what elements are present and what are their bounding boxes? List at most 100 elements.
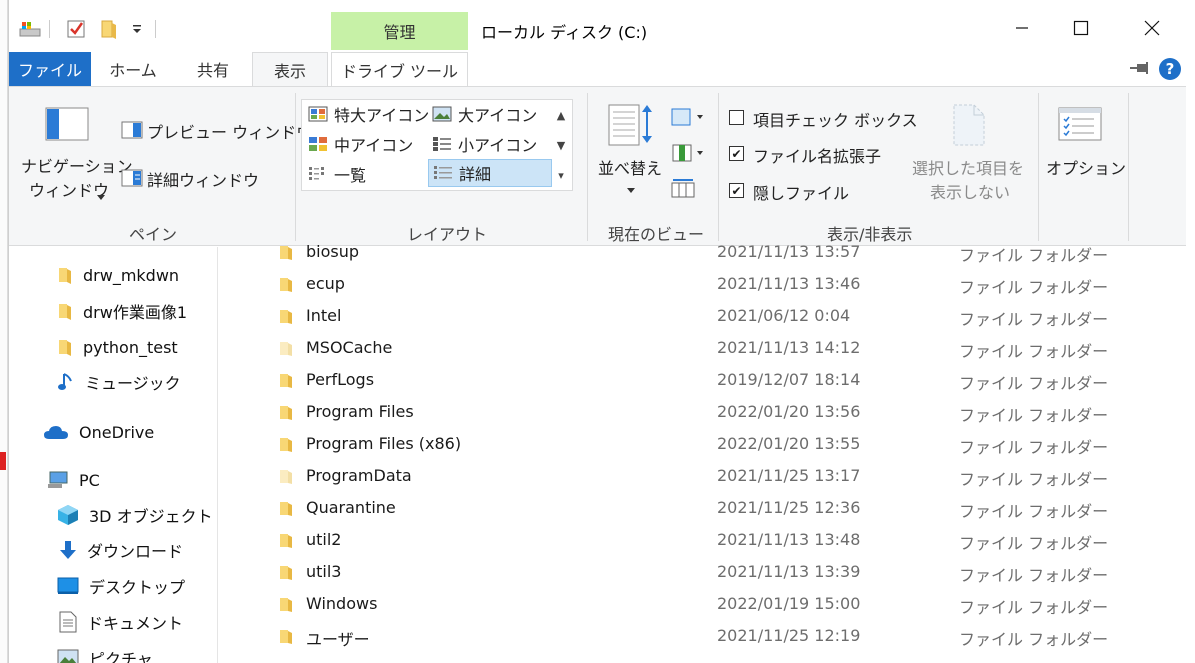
file-type: ファイル フォルダー [959,502,1109,521]
table-row[interactable]: PerfLogs 2019/12/07 18:14 ファイル フォルダー [245,364,1186,396]
folder-icon [59,304,71,320]
folder-icon [280,342,292,356]
nav-item-pc[interactable]: PC [47,465,100,495]
nav-item-desktop[interactable]: デスクトップ [57,571,185,601]
nav-item-downloads[interactable]: ダウンロード [59,535,183,565]
nav-item-label: デスクトップ [89,578,186,597]
minimize-button[interactable] [999,10,1045,46]
folder-icon [59,268,71,284]
navigation-pane: drw_mkdwn drw作業画像1 python_test ミュージック On… [9,247,218,663]
group-separator [1128,93,1129,241]
details-pane-button[interactable]: 詳細ウィンドウ [147,167,259,191]
nav-item-label: python_test [83,337,178,357]
file-date: 2021/11/13 13:57 [717,242,861,261]
nav-item-documents[interactable]: ドキュメント [59,607,183,637]
table-row[interactable]: Windows 2022/01/19 15:00 ファイル フォルダー [245,588,1186,620]
table-row[interactable]: Program Files 2022/01/20 13:56 ファイル フォルダー [245,396,1186,428]
gallery-scroll-down-icon[interactable]: ▼ [549,130,573,160]
tab-view[interactable]: 表示 [252,52,328,87]
background-window-edge-right [1185,0,1195,663]
folder-icon [59,340,71,356]
layout-list[interactable]: 一覧 [304,160,366,188]
layout-small-icons[interactable]: 小アイコン [428,130,537,158]
gallery-scroll-up-icon[interactable]: ▲ [549,100,573,130]
layout-extra-large-icons[interactable]: 特大アイコン [304,100,429,128]
layout-details-label: 詳細 [459,165,492,184]
folder-icon [280,598,292,612]
table-row[interactable]: ProgramData 2021/11/25 13:17 ファイル フォルダー [245,460,1186,492]
layout-medium-icons[interactable]: 中アイコン [304,130,413,158]
table-row[interactable]: Intel 2021/06/12 0:04 ファイル フォルダー [245,300,1186,332]
hidden-items-label[interactable]: 隠しファイル [753,180,849,204]
nav-item-drw-mkdwn[interactable]: drw_mkdwn [57,260,179,290]
preview-pane-button[interactable]: プレビュー ウィンドウ [147,119,312,143]
nav-item-3d-objects[interactable]: 3D オブジェクト [57,500,213,530]
file-type: ファイル フォルダー [959,438,1109,457]
hidden-items-checkbox[interactable]: ✔ [729,183,744,198]
layout-details[interactable]: 詳細 [428,159,552,187]
nav-item-onedrive[interactable]: OneDrive [43,417,154,447]
layout-large-icons[interactable]: 大アイコン [428,100,537,128]
nav-item-drw-images[interactable]: drw作業画像1 [57,296,187,326]
list-view-icon [309,167,324,180]
background-window-edge [0,0,8,663]
large-icons-icon [432,106,452,122]
table-row[interactable]: Program Files (x86) 2022/01/20 13:55 ファイル … [245,428,1186,460]
group-by-icon[interactable] [671,107,705,131]
add-columns-icon[interactable] [671,143,705,167]
pin-ribbon-icon[interactable] [1129,60,1151,80]
file-extensions-checkbox[interactable]: ✔ [729,146,744,161]
file-name: Quarantine [306,498,396,517]
options-button[interactable]: オプション [1046,155,1126,179]
tab-file[interactable]: ファイル [9,52,91,86]
layout-list-label: 一覧 [334,166,367,185]
help-icon[interactable]: ? [1159,58,1181,80]
folder-icon [280,630,292,644]
sort-by-button[interactable]: 並べ替え [598,155,662,179]
customize-quick-access-icon[interactable] [127,18,147,40]
table-row[interactable]: ユーザー 2021/11/25 12:19 ファイル フォルダー [245,620,1186,652]
extra-large-icons-icon [308,106,328,122]
item-checkboxes-checkbox[interactable] [729,110,744,125]
file-date: 2019/12/07 18:14 [717,370,861,389]
nav-item-label: 3D オブジェクト [89,507,213,526]
navigation-pane-button[interactable]: ナビゲーション [21,153,133,177]
file-name: util3 [306,562,342,581]
file-type: ファイル フォルダー [959,278,1109,297]
quick-access-separator [49,20,50,38]
nav-item-label: ピクチャ [89,650,153,663]
new-folder-icon[interactable] [97,18,121,40]
hide-selected-label-2[interactable]: 表示しない [930,179,1010,203]
file-date: 2021/06/12 0:04 [717,306,851,325]
close-button[interactable] [1129,10,1175,46]
minimize-icon [1016,27,1028,29]
file-date: 2021/11/13 13:39 [717,562,861,581]
nav-item-python-test[interactable]: python_test [57,332,178,362]
context-tab-header: 管理 [331,12,468,50]
tab-drive-tools[interactable]: ドライブ ツール [331,52,468,87]
tab-home[interactable]: ホーム [99,52,167,86]
nav-item-pictures[interactable]: ピクチャ [57,643,153,663]
layout-large-label: 大アイコン [458,106,538,125]
table-row[interactable]: ecup 2021/11/13 13:46 ファイル フォルダー [245,268,1186,300]
file-type: ファイル フォルダー [959,598,1109,617]
gallery-expand-icon[interactable]: ▾ [549,160,573,190]
folder-icon [280,438,292,452]
close-icon [1144,20,1160,36]
item-checkboxes-label[interactable]: 項目チェック ボックス [753,107,918,131]
table-row[interactable]: MSOCache 2021/11/13 14:12 ファイル フォルダー [245,332,1186,364]
window-title: ローカル ディスク (C:) [481,23,648,42]
table-row[interactable]: biosup 2021/11/13 13:57 ファイル フォルダー [245,236,1186,268]
file-extensions-label[interactable]: ファイル名拡張子 [753,143,881,167]
tab-share[interactable]: 共有 [181,52,245,86]
file-type: ファイル フォルダー [959,374,1109,393]
size-columns-icon[interactable] [671,179,695,203]
hide-selected-button[interactable]: 選択した項目を [912,155,1024,179]
nav-item-music[interactable]: ミュージック [57,367,181,397]
table-row[interactable]: Quarantine 2021/11/25 12:36 ファイル フォルダー [245,492,1186,524]
table-row[interactable]: util3 2021/11/13 13:39 ファイル フォルダー [245,556,1186,588]
options-icon [1058,107,1102,145]
table-row[interactable]: util2 2021/11/13 13:48 ファイル フォルダー [245,524,1186,556]
maximize-button[interactable] [1058,10,1104,46]
properties-icon[interactable] [63,18,89,40]
